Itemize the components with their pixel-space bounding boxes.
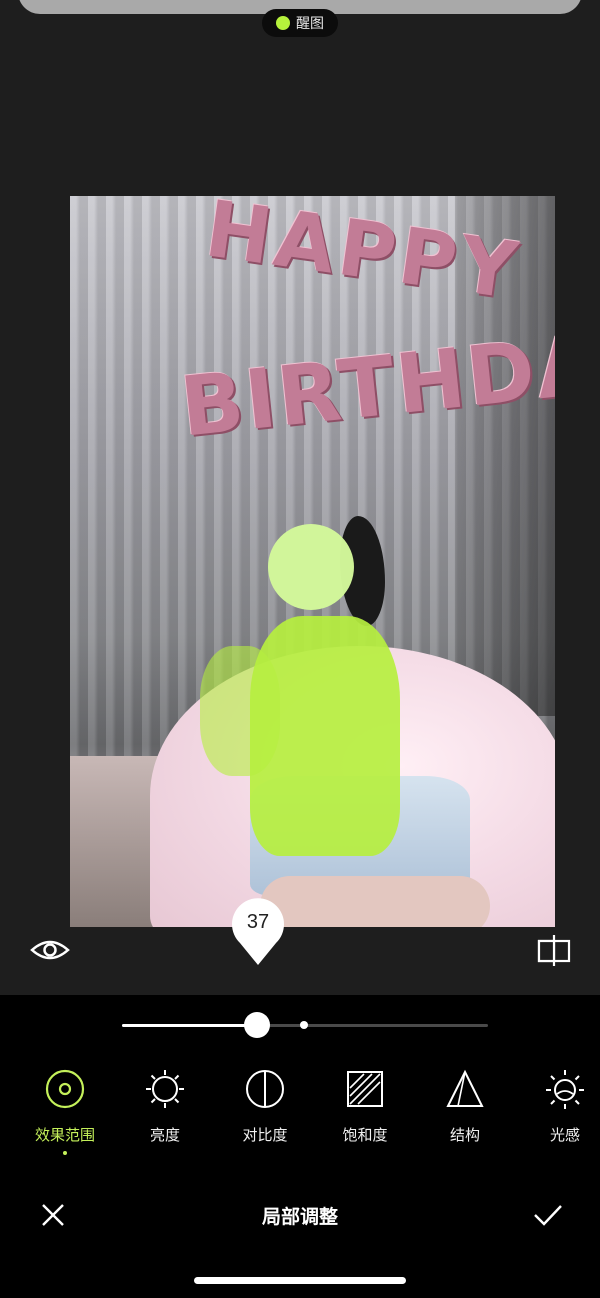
tool-brightness[interactable]: 亮度 — [120, 1068, 210, 1145]
tool-label: 光感 — [549, 1126, 580, 1144]
tool-label: 结构 — [449, 1126, 480, 1144]
slider-default-marker — [300, 1021, 308, 1029]
value-bubble: 37 — [230, 897, 286, 967]
saturation-icon — [347, 1071, 383, 1107]
adjust-slider-fill — [122, 1024, 257, 1027]
tool-contrast[interactable]: 对比度 — [220, 1068, 310, 1145]
tool-label: 饱和度 — [342, 1126, 388, 1144]
photo-legs — [260, 876, 490, 927]
tool-light-sense[interactable]: 光感 — [520, 1068, 600, 1145]
target-icon — [45, 1069, 85, 1109]
brightness-icon — [146, 1070, 184, 1108]
tool-label: 对比度 — [242, 1126, 288, 1144]
structure-icon — [446, 1069, 484, 1107]
tool-label: 效果范围 — [34, 1126, 95, 1144]
home-indicator[interactable] — [194, 1277, 406, 1284]
value-text: 37 — [246, 911, 270, 933]
checkmark-icon[interactable] — [532, 1202, 564, 1228]
tool-label: 亮度 — [149, 1126, 180, 1144]
contrast-icon — [246, 1070, 284, 1108]
panel-title: 局部调整 — [261, 1206, 338, 1228]
tool-saturation[interactable]: 饱和度 — [320, 1068, 410, 1145]
light-icon — [546, 1070, 584, 1109]
compare-icon[interactable] — [536, 932, 572, 968]
tool-structure[interactable]: 结构 — [420, 1068, 510, 1145]
app-indicator-pill[interactable]: 醒图 — [262, 9, 338, 37]
tool-effect-range[interactable]: 效果范围 — [20, 1068, 110, 1155]
adjust-slider-thumb[interactable] — [244, 1012, 270, 1038]
app-status-dot — [276, 16, 290, 30]
photo-canvas[interactable]: HAPPY BIRTHDAY — [70, 196, 555, 927]
mask-overlay-face — [268, 524, 354, 610]
mask-overlay-body — [250, 616, 400, 856]
eye-icon[interactable] — [30, 932, 70, 968]
app-name: 醒图 — [296, 16, 324, 32]
active-dot — [63, 1151, 67, 1155]
